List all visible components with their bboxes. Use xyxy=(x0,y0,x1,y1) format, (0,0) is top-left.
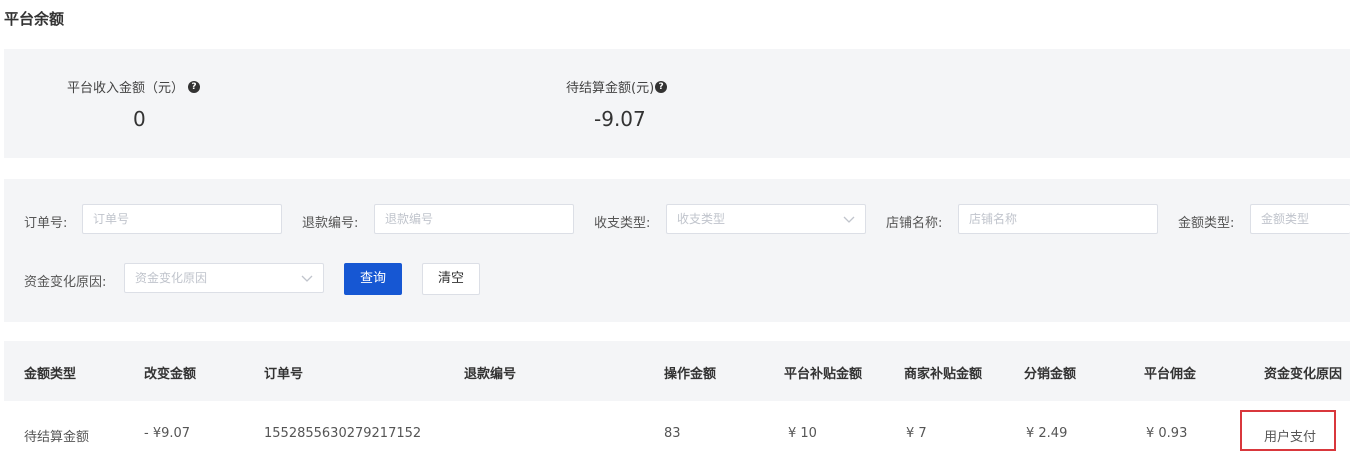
col-platform-commission: 平台佣金 xyxy=(1144,367,1197,382)
cell-order-no: 1552855630279217152 xyxy=(264,426,422,441)
change-reason-label: 资金变化原因: xyxy=(24,275,107,290)
pending-amount-label: 待结算金额(元) ? xyxy=(566,77,668,96)
filter-panel: 订单号: 退款编号: 收支类型: 收支类型 店铺名称: 金额类型: 金额类型 资… xyxy=(4,179,1350,322)
col-order-no: 订单号 xyxy=(264,367,304,382)
chevron-down-icon xyxy=(843,216,855,223)
col-amount-type: 金额类型 xyxy=(24,367,77,382)
platform-income-label-text: 平台收入金额（元） xyxy=(67,81,185,96)
amount-type-label: 金额类型: xyxy=(1178,216,1235,231)
cell-amount-type: 待结算金额 xyxy=(24,430,90,445)
pending-amount-value: -9.07 xyxy=(594,107,646,131)
order-no-input[interactable] xyxy=(82,204,282,234)
cell-merchant-subsidy: ¥ 7 xyxy=(906,426,927,441)
platform-income-label: 平台收入金额（元） ? xyxy=(67,77,201,96)
col-refund-no: 退款编号 xyxy=(464,367,517,382)
clear-button[interactable]: 清空 xyxy=(422,263,480,295)
io-type-label: 收支类型: xyxy=(594,216,651,231)
platform-income-value: 0 xyxy=(133,107,146,131)
query-button[interactable]: 查询 xyxy=(344,263,402,295)
col-change-reason: 资金变化原因 xyxy=(1264,367,1343,382)
chevron-down-icon xyxy=(301,275,313,282)
balance-summary: 平台收入金额（元） ? 0 待结算金额(元) ? -9.07 xyxy=(4,49,1350,158)
cell-platform-commission: ¥ 0.93 xyxy=(1146,426,1188,441)
col-change-amount: 改变金额 xyxy=(144,367,197,382)
change-reason-placeholder: 资金变化原因 xyxy=(135,271,208,285)
table-header: 金额类型 改变金额 订单号 退款编号 操作金额 平台补贴金额 商家补贴金额 分销… xyxy=(4,341,1350,401)
io-type-placeholder: 收支类型 xyxy=(677,212,726,226)
help-icon[interactable]: ? xyxy=(655,80,668,93)
col-merchant-subsidy: 商家补贴金额 xyxy=(904,367,983,382)
io-type-select[interactable]: 收支类型 xyxy=(666,204,866,234)
col-operation-amount: 操作金额 xyxy=(664,367,717,382)
pending-amount-label-text: 待结算金额(元) xyxy=(566,81,655,96)
highlight-box xyxy=(1240,410,1336,451)
change-reason-select[interactable]: 资金变化原因 xyxy=(124,263,324,293)
shop-name-label: 店铺名称: xyxy=(886,216,943,231)
page-title: 平台余额 xyxy=(4,10,65,28)
table-row: 待结算金额 - ¥9.07 1552855630279217152 83 ¥ 1… xyxy=(4,401,1350,459)
shop-name-input[interactable] xyxy=(958,204,1158,234)
cell-change-amount: - ¥9.07 xyxy=(144,426,191,441)
help-icon[interactable]: ? xyxy=(188,80,201,93)
col-distribution-amount: 分销金额 xyxy=(1024,367,1077,382)
amount-type-placeholder: 金额类型 xyxy=(1261,212,1310,226)
refund-no-label: 退款编号: xyxy=(302,216,359,231)
cell-operation-amount: 83 xyxy=(664,426,681,441)
col-platform-subsidy: 平台补贴金额 xyxy=(784,367,863,382)
order-no-label: 订单号: xyxy=(24,216,68,231)
refund-no-input[interactable] xyxy=(374,204,574,234)
amount-type-select[interactable]: 金额类型 xyxy=(1250,204,1350,234)
cell-platform-subsidy: ¥ 10 xyxy=(788,426,817,441)
cell-distribution-amount: ¥ 2.49 xyxy=(1026,426,1068,441)
